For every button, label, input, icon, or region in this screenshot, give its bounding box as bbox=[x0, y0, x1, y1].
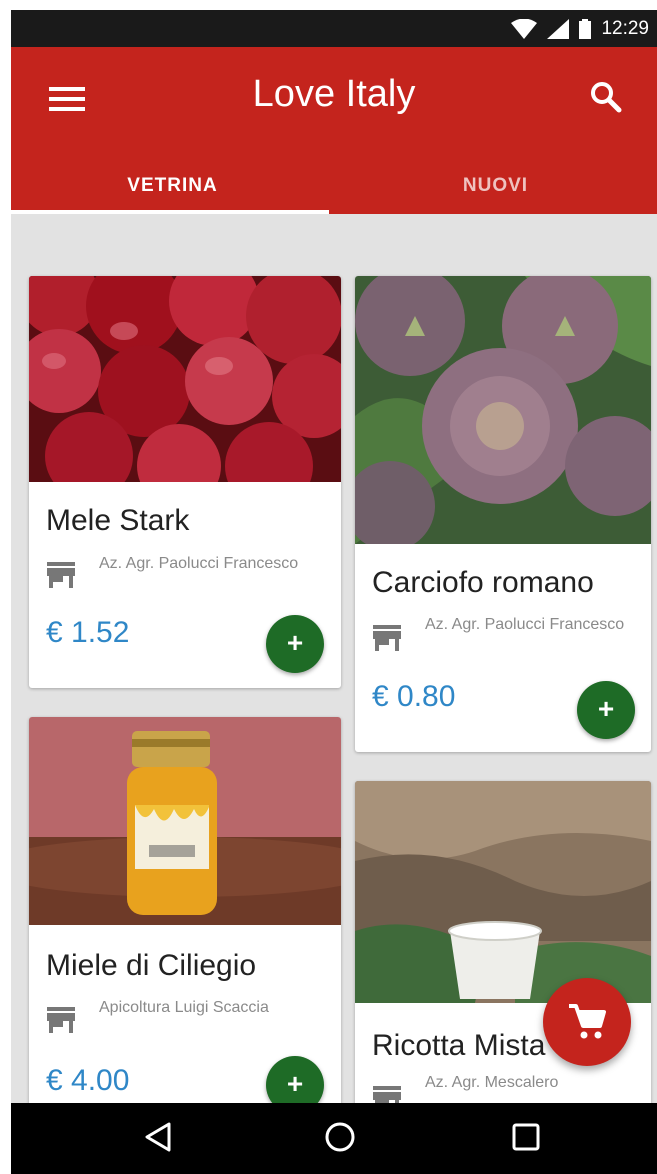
add-to-cart-button[interactable]: + bbox=[577, 681, 635, 739]
add-to-cart-button[interactable]: + bbox=[266, 615, 324, 673]
product-vendor: Az. Agr. Mescalero bbox=[425, 1074, 559, 1091]
shopping-cart-icon bbox=[569, 1004, 606, 1039]
product-image bbox=[29, 717, 341, 925]
product-price: € 0.80 bbox=[372, 680, 456, 713]
tab-bar: VETRINA NUOVI bbox=[11, 157, 657, 214]
product-card[interactable]: Carciofo romano Az. Agr. Paolucci France… bbox=[355, 276, 651, 752]
product-card[interactable]: Mele Stark Az. Agr. Paolucci Francesco €… bbox=[29, 276, 341, 688]
back-icon[interactable] bbox=[143, 1121, 173, 1153]
product-image bbox=[29, 276, 341, 482]
system-nav-bar bbox=[11, 1103, 657, 1174]
tab-vetrina[interactable]: VETRINA bbox=[11, 157, 334, 214]
status-time: 12:29 bbox=[601, 18, 649, 39]
product-price: € 4.00 bbox=[46, 1064, 130, 1097]
tab-indicator bbox=[11, 210, 329, 214]
app-screen: 12:29 Love Italy VETRINA NUOVI Mele Star… bbox=[11, 10, 657, 1174]
app-title: Love Italy bbox=[252, 73, 416, 115]
store-icon bbox=[47, 562, 75, 588]
recents-icon[interactable] bbox=[511, 1122, 541, 1152]
cell-signal-icon bbox=[547, 19, 570, 39]
product-vendor: Az. Agr. Paolucci Francesco bbox=[99, 555, 299, 572]
product-card[interactable]: Miele di Ciliegio Apicoltura Luigi Scacc… bbox=[29, 717, 341, 1117]
product-card[interactable]: Ricotta Mista Az. Agr. Mescalero bbox=[355, 781, 651, 1121]
store-icon bbox=[47, 1007, 75, 1033]
app-bar: Love Italy VETRINA NUOVI bbox=[11, 47, 657, 214]
product-title: Miele di Ciliegio bbox=[46, 949, 257, 982]
product-image bbox=[355, 781, 651, 1003]
product-vendor: Az. Agr. Paolucci Francesco bbox=[425, 616, 625, 633]
status-bar: 12:29 bbox=[11, 10, 657, 47]
store-icon bbox=[373, 625, 401, 651]
product-price: € 1.52 bbox=[46, 616, 130, 649]
product-title: Mele Stark bbox=[46, 504, 190, 537]
battery-icon bbox=[579, 19, 592, 39]
search-icon[interactable] bbox=[589, 80, 623, 114]
product-image bbox=[355, 276, 651, 544]
product-title: Ricotta Mista bbox=[372, 1029, 546, 1062]
home-icon[interactable] bbox=[324, 1121, 356, 1153]
wifi-icon bbox=[511, 19, 538, 39]
product-vendor: Apicoltura Luigi Scaccia bbox=[99, 999, 269, 1016]
cart-fab-button[interactable] bbox=[543, 978, 631, 1066]
tab-nuovi[interactable]: NUOVI bbox=[334, 157, 657, 214]
product-title: Carciofo romano bbox=[372, 566, 594, 599]
